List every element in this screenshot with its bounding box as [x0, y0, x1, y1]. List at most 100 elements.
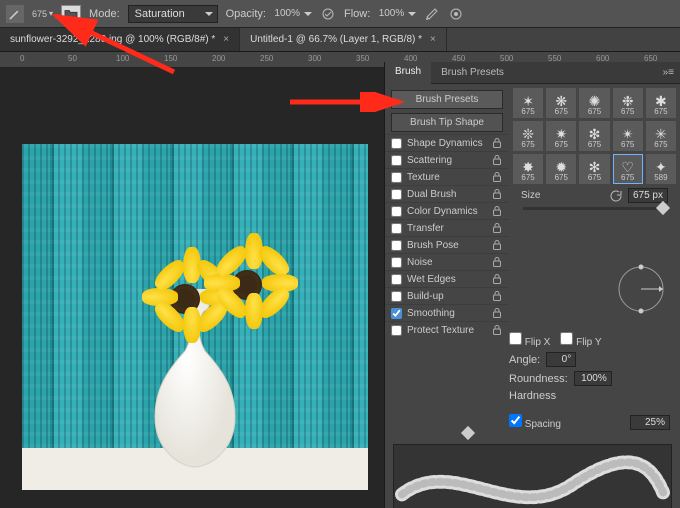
- flow-value[interactable]: 100%: [374, 8, 416, 19]
- brush-thumbnail[interactable]: ❇675: [579, 121, 609, 151]
- mode-label: Mode:: [89, 8, 120, 20]
- brush-thumbnail[interactable]: ✶675: [513, 88, 543, 118]
- brush-shape-icon: ✱: [655, 93, 667, 110]
- brush-option-row[interactable]: Shape Dynamics: [385, 134, 509, 151]
- toggle-brush-panel-button[interactable]: [61, 5, 81, 23]
- brush-option-row[interactable]: Brush Pose: [385, 236, 509, 253]
- brush-shape-icon: ✳: [655, 126, 667, 143]
- option-checkbox[interactable]: [391, 189, 402, 200]
- brush-thumbnail[interactable]: ✳675: [646, 121, 676, 151]
- option-checkbox[interactable]: [391, 172, 402, 183]
- opacity-value[interactable]: 100%: [270, 8, 312, 19]
- angle-value[interactable]: 0°: [546, 352, 576, 367]
- lock-icon[interactable]: [491, 239, 503, 251]
- brush-thumbnail[interactable]: ❋675: [546, 88, 576, 118]
- brush-shape-icon: ✹: [555, 159, 567, 176]
- hardness-label: Hardness: [509, 390, 556, 402]
- brush-shape-icon: ✴: [622, 126, 634, 143]
- brush-tip-shape-button[interactable]: Brush Tip Shape: [391, 113, 503, 132]
- flow-label: Flow:: [344, 8, 370, 20]
- opacity-label: Opacity:: [226, 8, 266, 20]
- lock-icon[interactable]: [491, 307, 503, 319]
- flip-y-checkbox[interactable]: Flip Y: [560, 332, 601, 348]
- brush-shape-icon: ✶: [522, 93, 534, 110]
- brush-option-row[interactable]: Transfer: [385, 219, 509, 236]
- brush-option-row[interactable]: Build-up: [385, 287, 509, 304]
- angle-widget[interactable]: [614, 262, 668, 316]
- brush-shape-icon: ♡: [621, 159, 634, 176]
- lock-icon[interactable]: [491, 290, 503, 302]
- option-label: Smoothing: [407, 308, 455, 319]
- brush-thumbnail[interactable]: ✴675: [613, 121, 643, 151]
- lock-icon[interactable]: [491, 188, 503, 200]
- panel-menu-icon[interactable]: »≡: [657, 67, 680, 78]
- chevron-down-icon: ▾: [49, 9, 53, 18]
- lock-icon[interactable]: [491, 154, 503, 166]
- spacing-checkbox[interactable]: Spacing: [509, 414, 561, 430]
- tab-brush-presets[interactable]: Brush Presets: [431, 62, 514, 84]
- blend-mode-select[interactable]: Saturation: [128, 5, 218, 23]
- option-label: Color Dynamics: [407, 206, 478, 217]
- options-bar: 675 ▾ Mode: Saturation Opacity: 100% Flo…: [0, 0, 680, 28]
- airbrush-icon[interactable]: [424, 6, 440, 22]
- option-checkbox[interactable]: [391, 138, 402, 149]
- ruler-tick: 0: [20, 54, 24, 63]
- brush-tool-icon[interactable]: [6, 5, 24, 23]
- brush-size-readout: 675: [32, 9, 47, 19]
- option-label: Shape Dynamics: [407, 138, 483, 149]
- brush-thumbnail[interactable]: ❊675: [513, 121, 543, 151]
- flip-x-checkbox[interactable]: Flip X: [509, 332, 550, 348]
- brush-option-row[interactable]: Color Dynamics: [385, 202, 509, 219]
- option-checkbox[interactable]: [391, 155, 402, 166]
- roundness-value[interactable]: 100%: [574, 371, 612, 386]
- lock-icon[interactable]: [491, 222, 503, 234]
- brush-thumbnail[interactable]: ❉675: [613, 88, 643, 118]
- option-checkbox[interactable]: [391, 240, 402, 251]
- brush-thumbnail[interactable]: ✹675: [546, 154, 576, 184]
- brush-shape-icon: ❊: [522, 126, 534, 143]
- brush-thumbnail[interactable]: ✸675: [513, 154, 543, 184]
- spacing-value[interactable]: 25%: [630, 415, 670, 430]
- brush-shape-icon: ❇: [589, 126, 601, 143]
- reset-size-icon[interactable]: [608, 189, 622, 203]
- brush-thumbnail[interactable]: ✻675: [579, 154, 609, 184]
- ruler-tick: 300: [308, 54, 321, 63]
- document-canvas[interactable]: [22, 144, 368, 490]
- pressure-opacity-icon[interactable]: [320, 6, 336, 22]
- brush-thumbnail[interactable]: ♡675: [613, 154, 643, 184]
- brush-thumbnail[interactable]: ✦589: [646, 154, 676, 184]
- brush-thumbnail[interactable]: ✷675: [546, 121, 576, 151]
- option-checkbox[interactable]: [391, 274, 402, 285]
- option-checkbox[interactable]: [391, 291, 402, 302]
- brush-thumbnail[interactable]: ✺675: [579, 88, 609, 118]
- brush-option-row[interactable]: Dual Brush: [385, 185, 509, 202]
- brush-option-row[interactable]: Scattering: [385, 151, 509, 168]
- brush-thumbnail[interactable]: ✱675: [646, 88, 676, 118]
- brush-presets-button[interactable]: Brush Presets: [391, 90, 503, 109]
- document-tabs: sunflower-3292_1280.jpg @ 100% (RGB/8#) …: [0, 28, 680, 52]
- lock-icon[interactable]: [491, 205, 503, 217]
- document-tab[interactable]: sunflower-3292_1280.jpg @ 100% (RGB/8#) …: [0, 28, 240, 51]
- brush-option-row[interactable]: Wet Edges: [385, 270, 509, 287]
- lock-icon[interactable]: [491, 137, 503, 149]
- flip-x-label: Flip X: [525, 337, 551, 348]
- lock-icon[interactable]: [491, 256, 503, 268]
- option-checkbox[interactable]: [391, 223, 402, 234]
- brush-option-row[interactable]: Texture: [385, 168, 509, 185]
- close-icon[interactable]: ×: [223, 34, 229, 45]
- option-checkbox[interactable]: [391, 257, 402, 268]
- lock-icon[interactable]: [491, 273, 503, 285]
- tab-title: Untitled-1 @ 66.7% (Layer 1, RGB/8) *: [250, 34, 422, 45]
- brush-option-row[interactable]: Noise: [385, 253, 509, 270]
- document-tab[interactable]: Untitled-1 @ 66.7% (Layer 1, RGB/8) * ×: [240, 28, 447, 51]
- close-icon[interactable]: ×: [430, 34, 436, 45]
- pressure-size-icon[interactable]: [448, 6, 464, 22]
- lock-icon[interactable]: [491, 171, 503, 183]
- brush-preset-picker[interactable]: 675 ▾: [32, 9, 53, 19]
- option-checkbox[interactable]: [391, 308, 402, 319]
- tab-brush[interactable]: Brush: [385, 61, 431, 84]
- option-checkbox[interactable]: [391, 206, 402, 217]
- size-slider[interactable]: [523, 207, 666, 210]
- ruler-tick: 250: [260, 54, 273, 63]
- brush-option-row[interactable]: Smoothing: [385, 304, 509, 321]
